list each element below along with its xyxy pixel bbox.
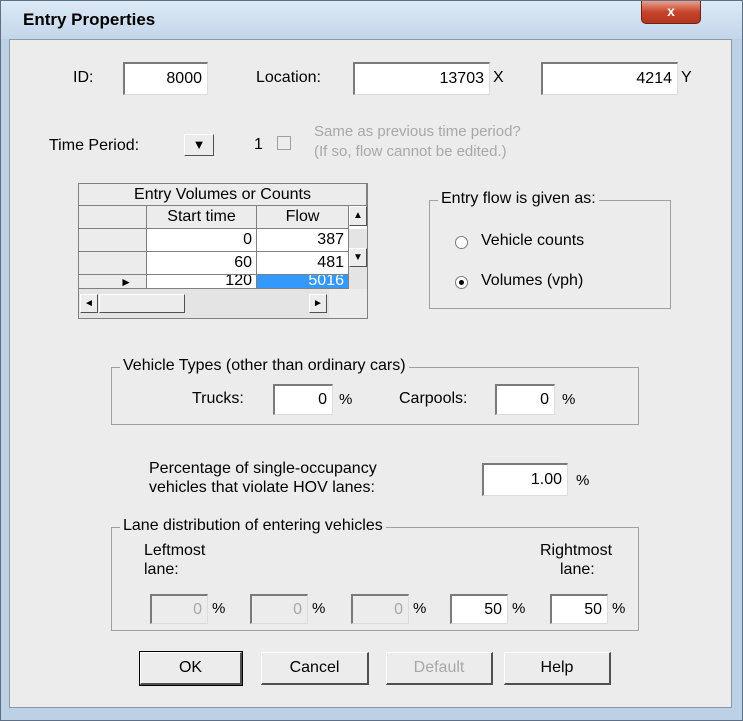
same-as-previous-label: Same as previous time period? (314, 123, 521, 140)
horizontal-scroll-thumb[interactable] (99, 294, 185, 313)
vehicle-types-group-title: Vehicle Types (other than ordinary cars) (120, 357, 409, 375)
trucks-label: Trucks: (192, 390, 244, 407)
vehicle-types-group: Vehicle Types (other than ordinary cars)… (111, 357, 639, 425)
vehicle-counts-radio[interactable] (455, 236, 468, 249)
column-header-start-time[interactable]: Start time (147, 206, 257, 229)
chevron-down-icon: ▼ (192, 137, 206, 152)
entry-flow-group-title: Entry flow is given as: (438, 190, 599, 208)
scrollbar-corner (329, 289, 367, 318)
trucks-input[interactable]: 0 (273, 384, 333, 415)
window-title: Entry Properties (23, 10, 156, 29)
time-period-dropdown-button[interactable]: ▼ (184, 134, 214, 156)
table-cell-flow-selected[interactable]: 5016 (257, 275, 349, 289)
same-as-previous-note: (If so, flow cannot be edited.) (314, 143, 507, 160)
time-period-label: Time Period: (49, 137, 140, 154)
lane-4-input[interactable]: 50 (450, 594, 508, 624)
trucks-percent-sign: % (339, 391, 353, 408)
volumes-vph-radio[interactable] (455, 276, 468, 289)
close-icon: x (667, 3, 675, 19)
leftmost-lane-label: Leftmost (144, 542, 206, 559)
id-input[interactable]: 8000 (123, 62, 208, 95)
column-header-flow[interactable]: Flow (257, 206, 349, 229)
default-button[interactable]: Default (386, 652, 493, 685)
row-pointer-icon: ► (120, 275, 132, 289)
lane-5-percent-sign: % (612, 600, 626, 617)
arrow-left-icon: ◄ (84, 298, 94, 309)
title-bar[interactable]: Entry Properties x (1, 1, 742, 39)
scroll-left-button[interactable]: ◄ (80, 294, 98, 313)
entry-flow-group: Entry flow is given as: Vehicle counts V… (429, 190, 671, 309)
table-cell-start-time[interactable]: 60 (147, 252, 257, 275)
carpools-percent-sign: % (562, 391, 576, 408)
hov-violation-label: Percentage of single-occupancy (149, 460, 377, 477)
dialog-client-area: ID: 8000 Location: 13703 X 4214 Y Time P… (9, 39, 732, 708)
leftmost-lane-label-line2: lane: (144, 561, 179, 578)
scroll-right-button[interactable]: ► (309, 294, 327, 313)
lane-4-percent-sign: % (512, 600, 526, 617)
location-y-input[interactable]: 4214 (541, 62, 678, 95)
table-cell-flow[interactable]: 387 (257, 229, 349, 252)
time-period-value: 1 (254, 136, 263, 153)
vehicle-counts-label: Vehicle counts (481, 232, 585, 249)
grid-row-header-corner (79, 206, 147, 229)
grid-title: Entry Volumes or Counts (79, 184, 367, 206)
lane-2-input[interactable]: 0 (250, 594, 308, 624)
lane-2-percent-sign: % (312, 600, 326, 617)
ok-button[interactable]: OK (139, 651, 243, 686)
cancel-button[interactable]: Cancel (261, 652, 369, 685)
carpools-label: Carpools: (399, 390, 468, 407)
location-label: Location: (256, 69, 321, 86)
entry-volumes-grid[interactable]: Entry Volumes or Counts Start time Flow … (78, 183, 368, 319)
arrow-down-icon: ▼ (353, 252, 363, 263)
lane-distribution-group-title: Lane distribution of entering vehicles (120, 517, 386, 535)
help-button[interactable]: Help (504, 652, 611, 685)
rightmost-lane-label: Rightmost (540, 542, 613, 559)
rightmost-lane-label-line2: lane: (560, 561, 595, 578)
table-cell-start-time[interactable]: 120 (147, 275, 257, 289)
entry-properties-window: Entry Properties x ID: 8000 Location: 13… (0, 0, 743, 721)
lane-1-percent-sign: % (212, 600, 226, 617)
lane-3-percent-sign: % (413, 600, 427, 617)
volumes-vph-label: Volumes (vph) (481, 272, 584, 289)
row-header[interactable] (79, 252, 147, 275)
lane-5-input[interactable]: 50 (550, 594, 608, 624)
same-as-previous-checkbox[interactable] (277, 136, 291, 150)
close-button[interactable]: x (641, 1, 701, 24)
hov-violation-input[interactable]: 1.00 (482, 463, 568, 496)
carpools-input[interactable]: 0 (495, 384, 555, 415)
arrow-right-icon: ► (313, 298, 323, 309)
row-header[interactable] (79, 229, 147, 252)
arrow-up-icon: ▲ (353, 210, 363, 221)
location-x-input[interactable]: 13703 (353, 62, 490, 95)
table-cell-start-time[interactable]: 0 (147, 229, 257, 252)
id-label: ID: (73, 69, 94, 86)
scroll-down-button[interactable]: ▼ (349, 248, 367, 267)
x-axis-label: X (493, 69, 504, 86)
y-axis-label: Y (681, 69, 692, 86)
table-cell-flow[interactable]: 481 (257, 252, 349, 275)
hov-violation-label-line2: vehicles that violate HOV lanes: (149, 479, 375, 496)
lane-3-input[interactable]: 0 (351, 594, 409, 624)
current-row-header[interactable]: ► (79, 275, 147, 289)
lane-distribution-group: Lane distribution of entering vehicles L… (111, 517, 639, 631)
scroll-up-button[interactable]: ▲ (349, 206, 367, 226)
hov-percent-sign: % (576, 472, 590, 489)
lane-1-input[interactable]: 0 (150, 594, 208, 624)
